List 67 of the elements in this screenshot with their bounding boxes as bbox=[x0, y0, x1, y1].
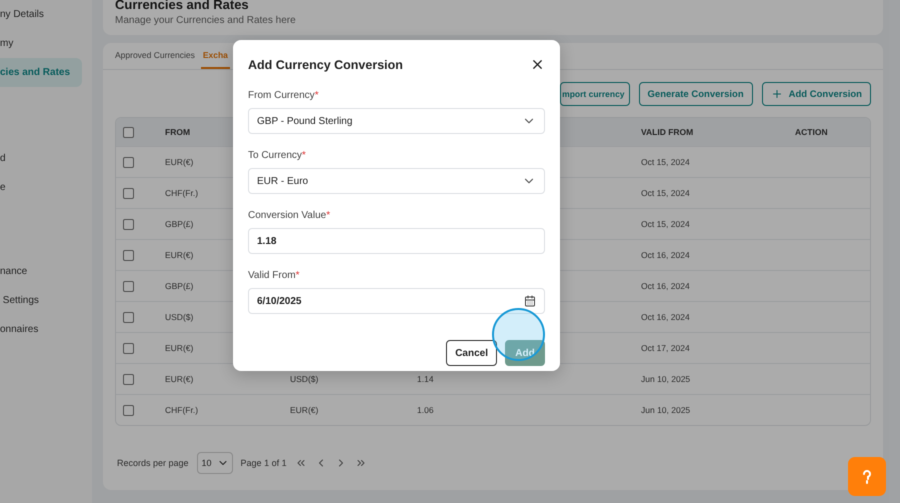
add-conversion-button[interactable]: Add Conversion bbox=[762, 82, 871, 106]
table-cell-text: EUR(€) bbox=[165, 250, 194, 260]
page-subtitle: Manage your Currencies and Rates here bbox=[115, 15, 297, 26]
field-label: Valid From* bbox=[248, 270, 301, 283]
table-cell-text: EUR(€) bbox=[165, 343, 194, 353]
sidebar-item[interactable]: onnaires bbox=[0, 315, 92, 344]
column-header: ACTION bbox=[795, 127, 829, 137]
table-cell-text: Jun 10, 2025 bbox=[641, 374, 692, 384]
help-button[interactable] bbox=[848, 457, 886, 496]
tab[interactable]: Approved Currencies bbox=[113, 43, 197, 69]
sidebar-item[interactable]: nance bbox=[0, 257, 92, 286]
field-label: Conversion Value* bbox=[248, 210, 332, 223]
column-header: VALID FROM bbox=[641, 127, 694, 137]
calendar-icon bbox=[524, 295, 536, 307]
checkbox[interactable] bbox=[123, 342, 134, 354]
table-cell-text: USD($) bbox=[165, 312, 194, 322]
table-cell-text: GBP(£) bbox=[165, 219, 194, 229]
table-cell-text: USD($) bbox=[290, 374, 320, 384]
field-label: From Currency* bbox=[248, 90, 320, 103]
checkbox[interactable] bbox=[123, 156, 134, 168]
input-field[interactable]: 1.18 bbox=[248, 228, 545, 254]
checkbox[interactable] bbox=[123, 250, 134, 260]
table-cell-text: CHF(Fr.) bbox=[165, 405, 200, 415]
table-cell-text: 1.06 bbox=[417, 405, 435, 415]
toolbar-button[interactable]: mport currency bbox=[560, 82, 630, 106]
plus-icon bbox=[770, 88, 783, 100]
table-cell-text: Oct 15, 2024 bbox=[641, 219, 691, 229]
table-cell-text: CHF(Fr.) bbox=[165, 188, 200, 198]
date-field[interactable]: 6/10/2025 bbox=[248, 288, 545, 314]
table-cell-text: Oct 16, 2024 bbox=[641, 312, 691, 322]
table-cell-text: Oct 15, 2024 bbox=[641, 157, 691, 167]
field-label: To Currency* bbox=[248, 150, 307, 163]
checkbox[interactable] bbox=[123, 374, 134, 384]
table-cell-text: EUR(€) bbox=[290, 405, 320, 415]
sidebar-item[interactable]: ny Details bbox=[0, 0, 92, 29]
select-field[interactable]: EUR - Euro bbox=[248, 168, 545, 194]
click-indicator bbox=[492, 308, 545, 361]
table-cell-text: Oct 16, 2024 bbox=[641, 281, 691, 291]
sidebar-item[interactable]: Settings bbox=[0, 286, 92, 315]
checkbox[interactable] bbox=[123, 280, 134, 292]
table-cell-text: Jun 10, 2025 bbox=[641, 405, 692, 415]
sidebar-item[interactable]: d bbox=[0, 144, 92, 173]
first-page-icon[interactable] bbox=[294, 457, 307, 469]
question-icon bbox=[862, 468, 872, 484]
toolbar-button[interactable]: Generate Conversion bbox=[638, 82, 753, 106]
checkbox[interactable] bbox=[123, 312, 134, 322]
table-cell-text: EUR(€) bbox=[165, 374, 194, 384]
table-cell-text: EUR(€) bbox=[165, 157, 194, 167]
sidebar-item[interactable]: e bbox=[0, 173, 92, 202]
page-indicator: Page 1 of 1 bbox=[240, 458, 287, 468]
close-icon[interactable] bbox=[530, 57, 545, 72]
checkbox[interactable] bbox=[123, 126, 134, 138]
sidebar-item[interactable]: my bbox=[0, 29, 92, 58]
table-cell-text: 1.14 bbox=[417, 374, 435, 384]
table-cell-text: Oct 17, 2024 bbox=[641, 343, 691, 353]
table-cell-text: Oct 16, 2024 bbox=[641, 250, 691, 260]
records-per-page-label: Records per page bbox=[117, 458, 189, 468]
column-header: FROM bbox=[165, 127, 192, 137]
table-cell-text: Oct 15, 2024 bbox=[641, 188, 691, 198]
last-page-icon[interactable] bbox=[354, 457, 367, 469]
checkbox[interactable] bbox=[123, 404, 134, 416]
modal-title: Add Currency Conversion bbox=[248, 58, 403, 72]
checkbox[interactable] bbox=[123, 218, 134, 230]
per-page-select[interactable]: 10 bbox=[196, 452, 233, 474]
checkbox[interactable] bbox=[123, 188, 134, 198]
table-cell-text: GBP(£) bbox=[165, 281, 194, 291]
select-field[interactable]: GBP - Pound Sterling bbox=[248, 108, 545, 134]
